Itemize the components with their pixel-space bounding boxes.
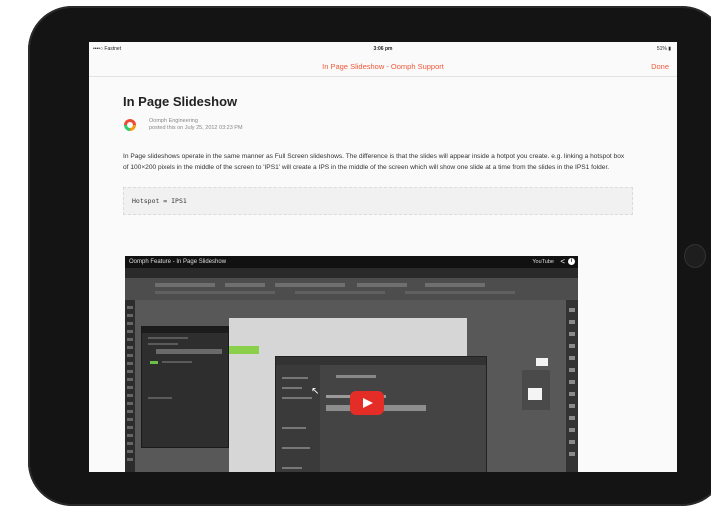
article: In Page Slideshow Oomph Engineering post… bbox=[123, 94, 643, 215]
video-frame-optionsbar bbox=[125, 278, 578, 300]
code-block: Hotspot = IPS1 bbox=[123, 187, 633, 215]
video-player[interactable]: Oomph Feature - In Page Slideshow YouTub… bbox=[125, 256, 578, 472]
avatar bbox=[124, 119, 136, 131]
video-frame-mini-panel bbox=[522, 370, 550, 410]
battery-icon: ▮ bbox=[668, 46, 671, 52]
video-frame-swatch bbox=[536, 358, 548, 366]
status-bar: ••••○ Fastnet 3:06 pm 51% ▮ bbox=[89, 42, 677, 56]
play-button[interactable] bbox=[350, 391, 384, 415]
share-icon[interactable]: < bbox=[560, 257, 565, 266]
author-row: Oomph Engineering posted this on July 25… bbox=[123, 115, 643, 139]
author-name[interactable]: Oomph Engineering bbox=[149, 118, 198, 124]
nav-bar: In Page Slideshow - Oomph Support Done bbox=[89, 56, 677, 77]
battery-indicator: 51% ▮ bbox=[657, 46, 671, 52]
article-body: In Page slideshows operate in the same m… bbox=[123, 153, 625, 171]
video-title[interactable]: Oomph Feature - In Page Slideshow bbox=[129, 259, 226, 265]
page-title: In Page Slideshow bbox=[123, 94, 238, 109]
video-frame-toolbar bbox=[125, 300, 135, 472]
video-frame-layers-panel bbox=[141, 326, 229, 448]
video-frame-canvas bbox=[135, 300, 566, 472]
video-title-bar: Oomph Feature - In Page Slideshow YouTub… bbox=[125, 256, 578, 268]
status-time: 3:06 pm bbox=[373, 46, 393, 52]
code-text: Hotspot = IPS1 bbox=[132, 197, 187, 205]
video-frame-right-toolbar bbox=[566, 300, 578, 472]
youtube-logo[interactable]: YouTube bbox=[532, 259, 554, 265]
posted-date: posted this on July 25, 2012 03:23 PM bbox=[149, 125, 243, 131]
cursor-icon: ↖ bbox=[311, 386, 320, 397]
screen: ••••○ Fastnet 3:06 pm 51% ▮ In Page Slid… bbox=[89, 42, 677, 472]
home-button[interactable] bbox=[684, 244, 706, 268]
nav-title: In Page Slideshow - Oomph Support bbox=[322, 62, 444, 71]
battery-percent: 51% bbox=[656, 46, 667, 52]
info-icon[interactable]: i bbox=[568, 258, 575, 265]
done-button[interactable]: Done bbox=[651, 62, 669, 71]
video-frame-menubar bbox=[125, 268, 578, 278]
